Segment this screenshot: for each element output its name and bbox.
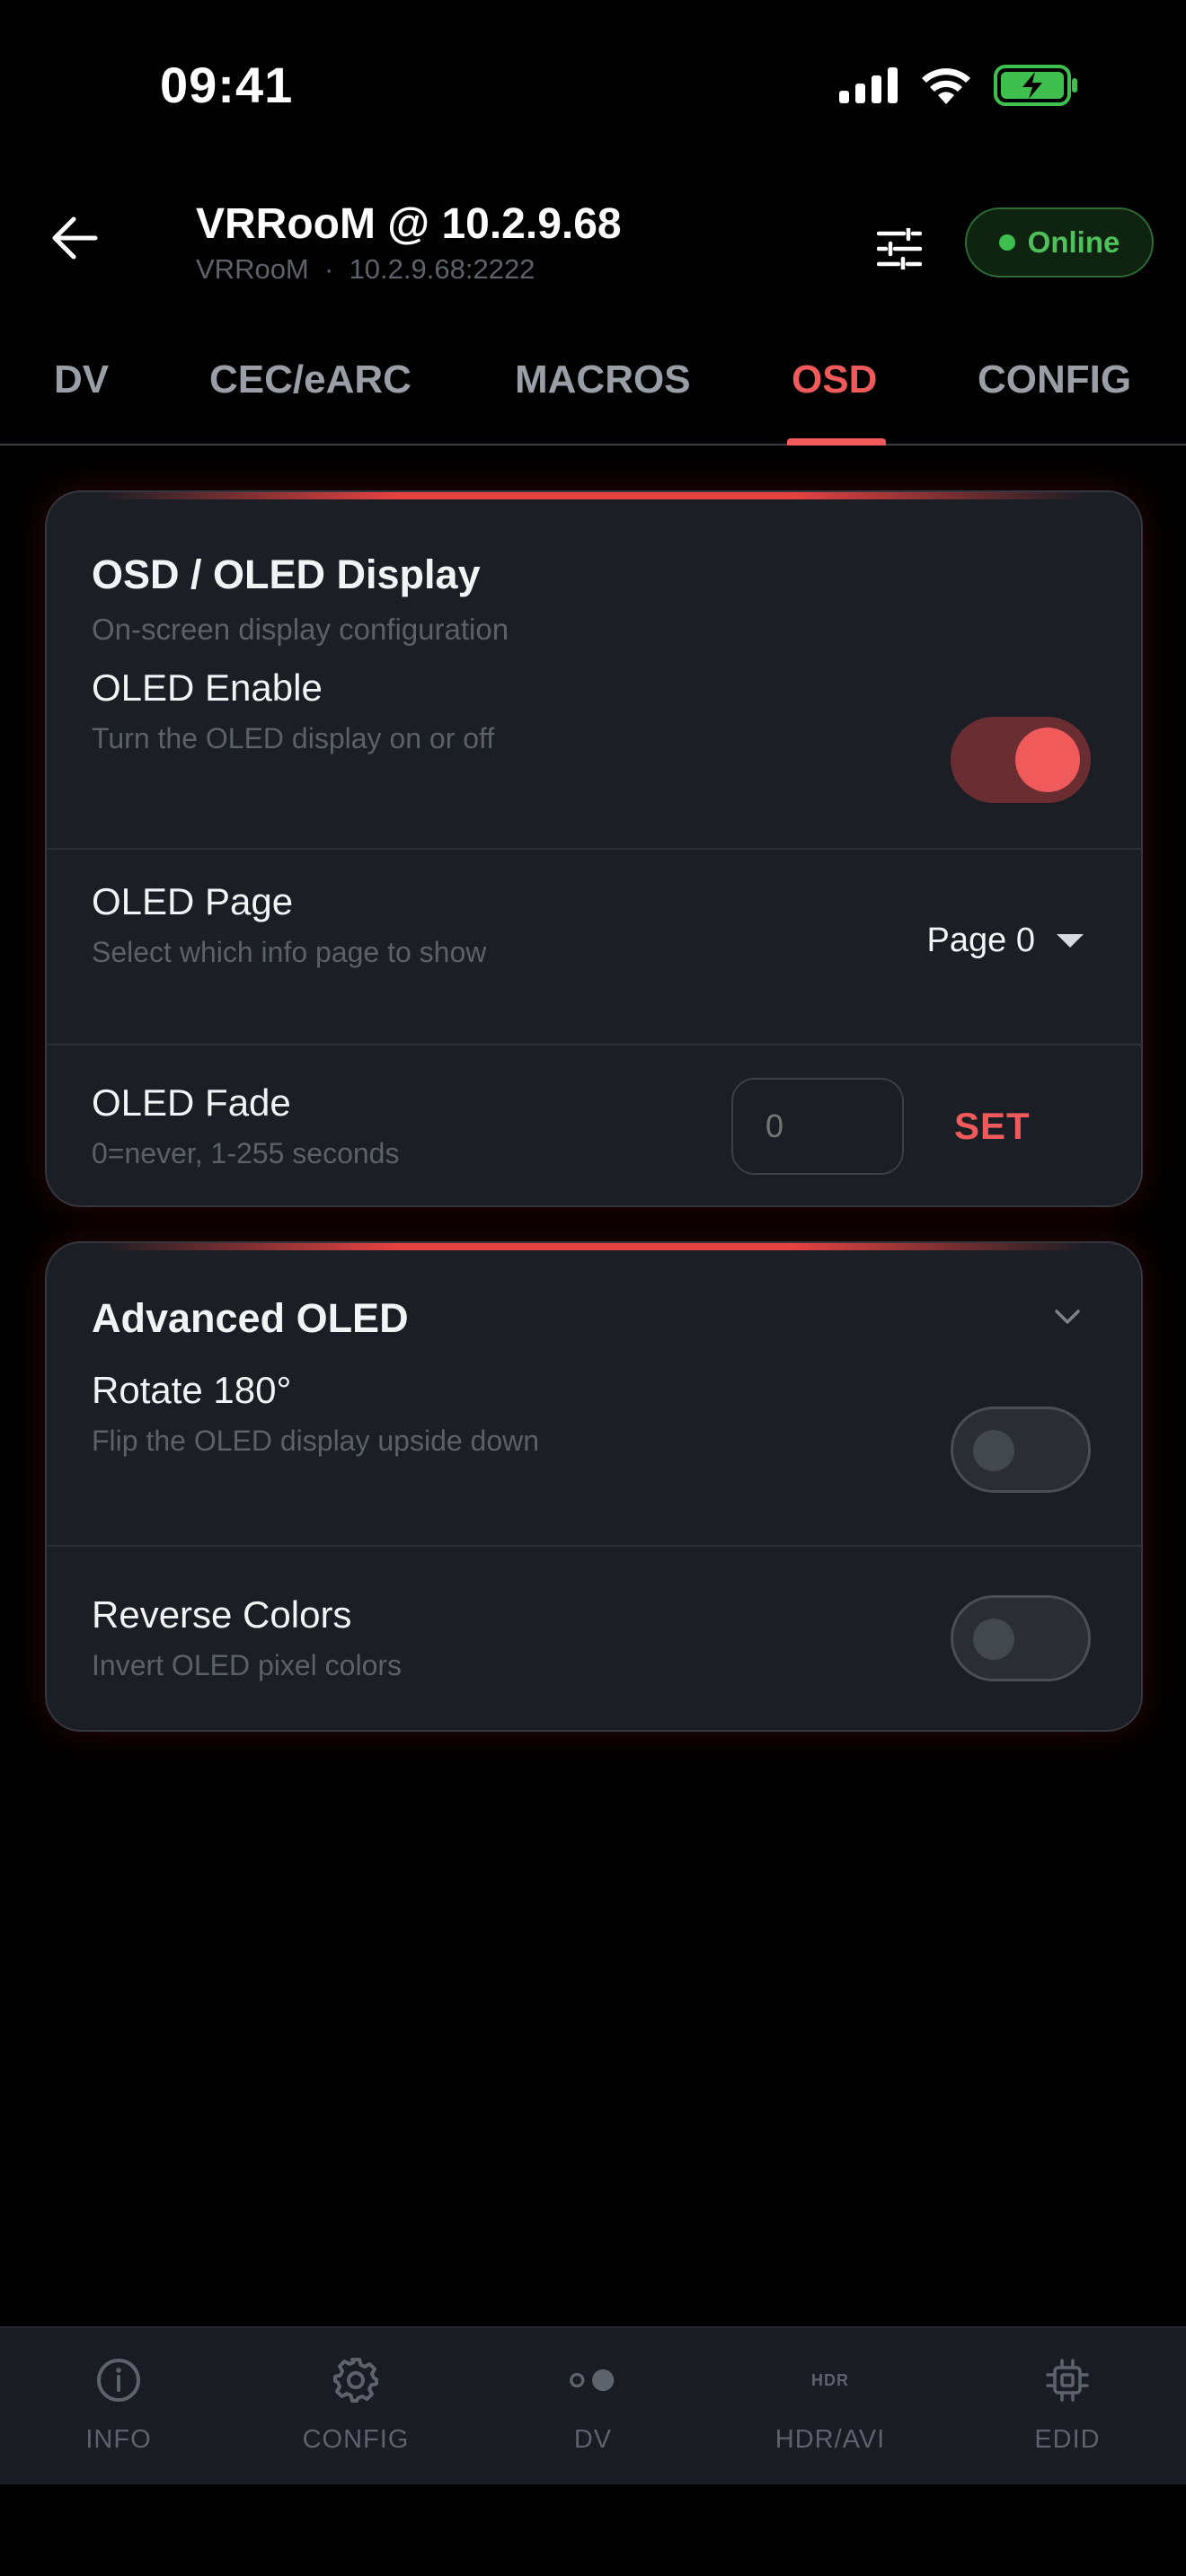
oled-fade-row: OLED Fade 0=never, 1-255 seconds SET (47, 1044, 1141, 1205)
app-header: VRRooM @ 10.2.9.68 VRRooM · 10.2.9.68:22… (0, 180, 1186, 305)
nav-hdr-avi[interactable]: HDR HDR/AVI (712, 2328, 949, 2486)
reverse-colors-description: Invert OLED pixel colors (92, 1649, 403, 1681)
nav-info[interactable]: INFO (0, 2328, 237, 2486)
caret-down-icon (1057, 934, 1084, 948)
status-bar: 09:41 (0, 0, 1186, 171)
oled-enable-row: OLED Enable Turn the OLED display on or … (47, 654, 1141, 850)
advanced-card-title: Advanced OLED (92, 1295, 409, 1341)
device-subtitle: VRRooM · 10.2.9.68:2222 (196, 253, 535, 286)
card-subtitle: On-screen display configuration (92, 613, 509, 646)
chevron-down-icon[interactable] (1051, 1301, 1084, 1333)
oled-fade-set-button[interactable]: SET (954, 1105, 1031, 1148)
tab-macros[interactable]: MACROS (515, 357, 691, 402)
tab-osd[interactable]: OSD (792, 357, 877, 402)
oled-page-select[interactable]: Page 0 (927, 922, 1084, 960)
sliders-icon (877, 228, 922, 269)
bottom-navigation: INFO CONFIG DV HDR HDR/AVI EDID (0, 2326, 1186, 2484)
status-icons (839, 65, 1078, 106)
hdr-icon-text: HDR (811, 2370, 849, 2389)
toggle-knob (973, 1430, 1014, 1471)
subtitle-separator: · (324, 253, 334, 285)
back-arrow-icon (52, 216, 98, 260)
oled-fade-label: OLED Fade (92, 1081, 291, 1124)
tab-dv[interactable]: DV (54, 357, 109, 402)
nav-hdr-avi-label: HDR/AVI (774, 2425, 886, 2454)
dv-toggle-icon (568, 2355, 618, 2405)
online-dot-icon (998, 234, 1015, 251)
oled-enable-description: Turn the OLED display on or off (92, 722, 495, 754)
toggle-knob (973, 1619, 1014, 1660)
rotate-toggle[interactable] (951, 1407, 1091, 1493)
oled-fade-input[interactable] (731, 1078, 904, 1175)
wifi-icon (922, 68, 970, 104)
card-title: OSD / OLED Display (92, 551, 481, 597)
oled-enable-toggle[interactable] (951, 717, 1091, 803)
osd-oled-card: OSD / OLED Display On-screen display con… (45, 490, 1143, 1207)
tab-cec-earc[interactable]: CEC/eARC (209, 357, 412, 402)
nav-config[interactable]: CONFIG (237, 2328, 474, 2486)
gear-icon (331, 2355, 381, 2405)
battery-icon (994, 65, 1077, 106)
toggle-knob (1015, 728, 1080, 792)
device-name: VRRooM (196, 253, 309, 285)
oled-enable-label: OLED Enable (92, 666, 323, 709)
reverse-colors-row: Reverse Colors Invert OLED pixel colors (47, 1545, 1141, 1730)
settings-sliders-button[interactable] (870, 219, 929, 278)
active-tab-indicator (787, 438, 886, 446)
nav-dv-label: DV (573, 2425, 613, 2454)
device-title: VRRooM @ 10.2.9.68 (196, 200, 622, 248)
connection-status-badge: Online (965, 207, 1154, 278)
hdr-icon: HDR (805, 2355, 855, 2405)
nav-config-label: CONFIG (302, 2425, 410, 2454)
oled-page-row: OLED Page Select which info page to show… (47, 848, 1141, 1044)
back-button[interactable] (43, 207, 106, 269)
rotate-label: Rotate 180° (92, 1369, 292, 1411)
reverse-colors-toggle[interactable] (951, 1595, 1091, 1681)
oled-fade-description: 0=never, 1-255 seconds (92, 1137, 400, 1169)
connection-status-text: Online (1027, 225, 1120, 259)
signal-icon (839, 67, 898, 103)
oled-page-label: OLED Page (92, 880, 294, 922)
tab-bar: DV CEC/eARC MACROS OSD CONFIG (0, 341, 1186, 446)
rotate-row: Rotate 180° Flip the OLED display upside… (47, 1369, 1141, 1531)
oled-page-value: Page 0 (926, 922, 1035, 959)
app-root: 09:41 VRRooM @ 10.2.9.68 VRRooM · 10.2.9… (0, 0, 1186, 2576)
rotate-description: Flip the OLED display upside down (92, 1425, 540, 1457)
nav-edid-label: EDID (1034, 2425, 1101, 2454)
reverse-colors-label: Reverse Colors (92, 1593, 352, 1636)
chip-icon (1042, 2355, 1093, 2405)
nav-dv[interactable]: DV (474, 2328, 712, 2486)
info-icon (93, 2355, 144, 2405)
advanced-oled-card: Advanced OLED Rotate 180° Flip the OLED … (45, 1241, 1143, 1732)
status-time: 09:41 (160, 57, 294, 113)
nav-edid[interactable]: EDID (949, 2328, 1186, 2486)
oled-page-description: Select which info page to show (92, 936, 487, 968)
nav-info-label: INFO (85, 2425, 152, 2454)
tab-config[interactable]: CONFIG (978, 357, 1131, 402)
device-address: 10.2.9.68:2222 (349, 253, 535, 285)
